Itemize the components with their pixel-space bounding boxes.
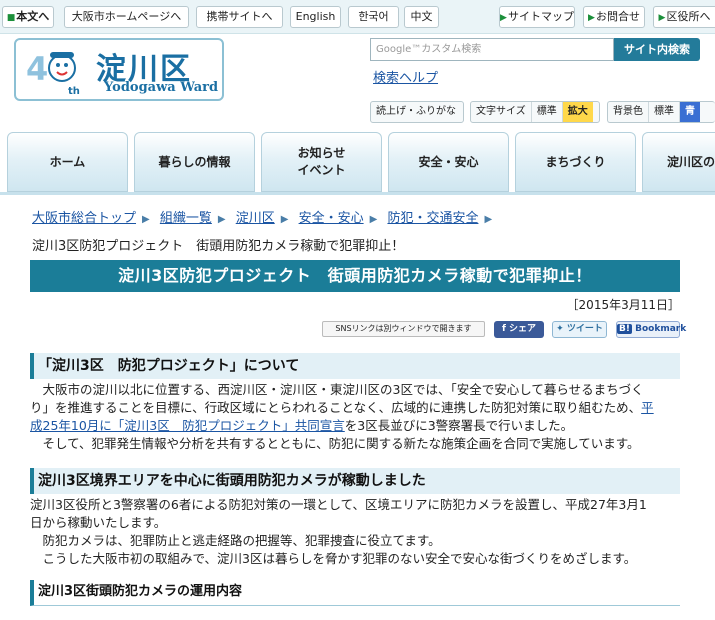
breadcrumb: 大阪市総合トップ ▶ 組織一覧 ▶ 淀川区 ▶ 安全・安心 ▶ 防犯・交通安全 ▶ [32,207,498,226]
search-help-link[interactable]: 検索ヘルプ [373,67,438,86]
background-standard-button[interactable]: 標準 [649,102,680,122]
hatena-bookmark-button[interactable]: B! Bookmark [616,321,686,338]
nav-divider [0,192,715,195]
chevron-right-icon: ▶ [484,214,493,225]
top-utility-bar: ■本文へ 大阪市ホームページへ 携帯サイトへ English 한국어 中文 ▶サ… [0,0,715,34]
declaration-link[interactable]: 成25年10月に「淀川3区 防犯プロジェクト」共同宣言 [30,418,345,433]
svg-text:th: th [68,86,80,96]
sitemap-link[interactable]: ▶サイトマップ [499,6,575,28]
page-title: 淀川3区防犯プロジェクト 街頭用防犯カメラ稼動で犯罪抑止！ [30,260,680,292]
site-search-button[interactable]: サイト内検索 [614,38,700,61]
sns-note: SNSリンクは別ウィンドウで開きます [322,321,485,337]
osaka-home-link[interactable]: 大阪市ホームページへ [64,6,189,28]
breadcrumb-item[interactable]: 淀川区 [236,211,275,226]
nav-town-planning[interactable]: まちづくり [515,132,636,192]
paragraph-line: 日から稼動いたします。 [30,515,167,530]
background-blue-button[interactable]: 青 [680,102,700,122]
nav-home[interactable]: ホーム [7,132,128,192]
breadcrumb-item[interactable]: 大阪市総合トップ [32,211,136,226]
paragraph-line: 淀川3区役所と3警察署の6者による防犯対策の一環として、区境エリアに防犯カメラを… [30,497,647,512]
chinese-link[interactable]: 中文 [404,6,439,28]
paragraph-line: こうした大阪市初の取組みで、淀川3区は暮らしを脅かす犯罪のない安全で安心な街づく… [30,551,637,566]
breadcrumb-item[interactable]: 組織一覧 [160,211,212,226]
section-heading: 「淀川3区 防犯プロジェクト」について [30,353,680,379]
facebook-icon: f [501,324,510,334]
declaration-link[interactable]: 平 [641,400,654,415]
publish-date: ［2015年3月11日］ [566,298,680,312]
english-link[interactable]: English [290,6,341,28]
contact-link[interactable]: ▶お問合せ [583,6,645,28]
skip-to-main-button[interactable]: ■本文へ [2,6,54,28]
arrow-icon: ▶ [500,13,507,23]
40th-anniversary-logo-icon: 40 th [26,50,80,96]
logo-subtitle: Yodogawa Ward [104,80,219,95]
breadcrumb-item[interactable]: 安全・安心 [299,211,364,226]
hatena-icon: B! [617,324,632,334]
site-logo[interactable]: 40 th 淀川区 Yodogawa Ward [14,38,224,101]
search-input[interactable]: Google™カスタム検索 [370,38,614,61]
breadcrumb-current: 淀川3区防犯プロジェクト 街頭用防犯カメラ稼動で犯罪抑止！ [32,239,405,254]
nav-news-events[interactable]: お知らせ イベント [261,132,382,192]
twitter-bird-icon: ✦ [556,324,567,334]
ward-office-link[interactable]: ▶区役所へ [653,6,715,28]
mobile-site-link[interactable]: 携帯サイトへ [196,6,283,28]
paragraph-line: そして、犯罪発生情報や分析を共有するとともに、防犯に関する新たな施策企画を合同で… [30,436,640,451]
font-size-standard-button[interactable]: 標準 [532,102,563,122]
twitter-tweet-button[interactable]: ✦ ツイート [552,321,607,338]
paragraph-line: 成25年10月に「淀川3区 防犯プロジェクト」共同宣言を3区長並びに3警察署長で… [30,418,574,433]
subsection-heading: 淀川3区街頭防犯カメラの運用内容 [30,580,680,606]
arrow-icon: ▶ [588,13,595,23]
breadcrumb-item[interactable]: 防犯・交通安全 [387,211,478,226]
paragraph-line: 防犯カメラは、犯罪防止と逃走経路の把握等、犯罪捜査に役立てます。 [30,533,441,548]
korean-link[interactable]: 한국어 [348,6,399,28]
read-aloud-button[interactable]: 読上げ・ふりがな [370,101,464,123]
chevron-right-icon: ▶ [217,214,226,225]
chevron-right-icon: ▶ [142,214,150,225]
nav-safety[interactable]: 安全・安心 [388,132,509,192]
facebook-share-button[interactable]: f シェア [494,321,544,338]
paragraph-line: り」を推進することを目標に、行政区域にとらわれることなく、広域的に連携した防犯対… [30,400,654,415]
section-heading: 淀川3区境界エリアを中心に街頭用防犯カメラが稼動しました [30,468,680,494]
background-color-control: 背景色 標準 青 [607,101,715,123]
font-size-large-button[interactable]: 拡大 [562,102,593,122]
chevron-right-icon: ▶ [280,214,289,225]
arrow-icon: ▶ [658,13,666,23]
paragraph-line: 大阪市の淀川以北に位置する、西淀川区・淀川区・東淀川区の3区では、「安全で安心し… [30,382,644,397]
nav-living[interactable]: 暮らしの情報 [134,132,255,192]
global-nav: ホーム 暮らしの情報 お知らせ イベント 安全・安心 まちづくり 淀川区の [0,132,715,194]
arrow-icon: ■ [6,13,16,23]
chevron-right-icon: ▶ [369,214,378,225]
nav-ward-intro[interactable]: 淀川区の [642,132,715,192]
font-size-control: 文字サイズ 標準 拡大 [470,101,600,123]
